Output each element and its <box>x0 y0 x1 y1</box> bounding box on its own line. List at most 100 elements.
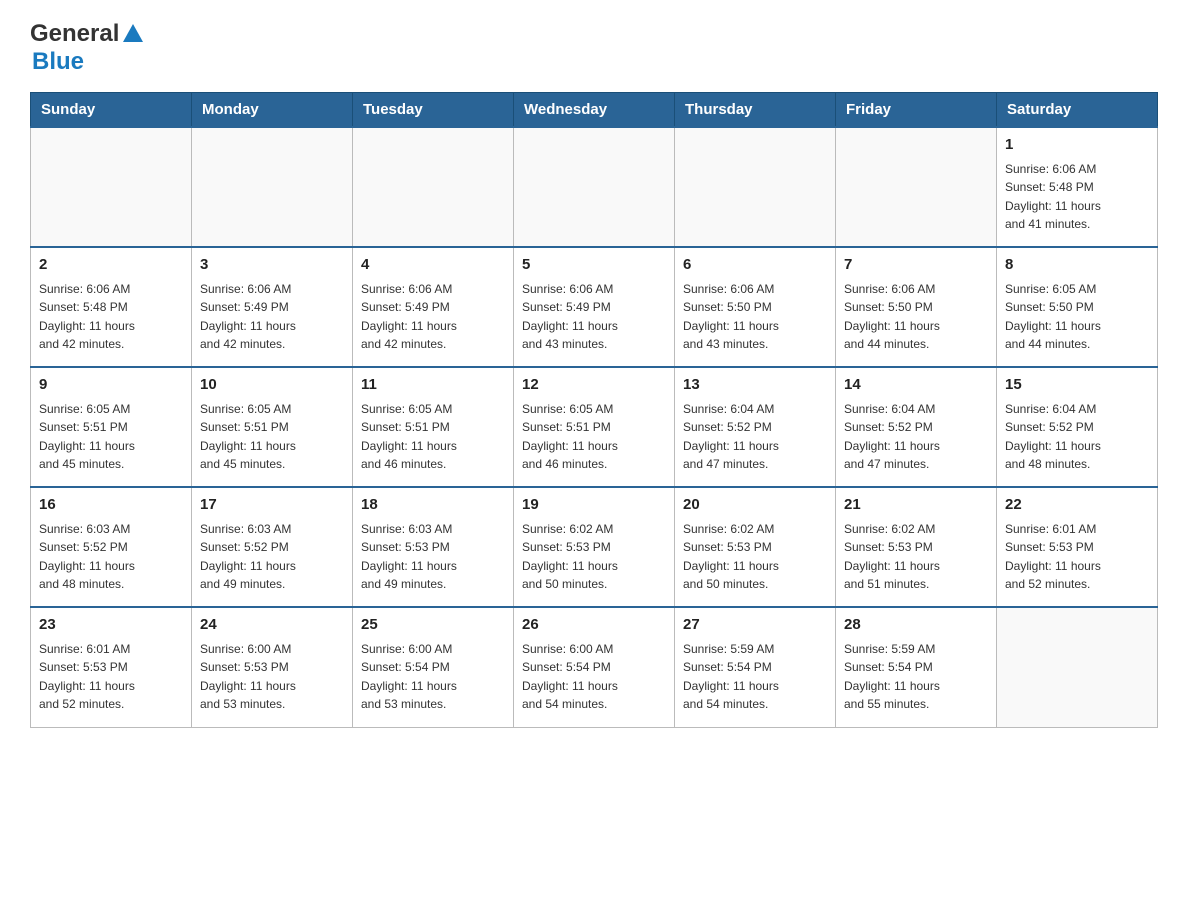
day-info: Sunrise: 6:06 AM Sunset: 5:49 PM Dayligh… <box>361 280 505 354</box>
calendar-cell: 24Sunrise: 6:00 AM Sunset: 5:53 PM Dayli… <box>192 607 353 727</box>
weekday-header-row: SundayMondayTuesdayWednesdayThursdayFrid… <box>31 93 1158 128</box>
logo: General Blue <box>30 20 145 76</box>
day-info: Sunrise: 6:03 AM Sunset: 5:53 PM Dayligh… <box>361 520 505 594</box>
calendar-table: SundayMondayTuesdayWednesdayThursdayFrid… <box>30 92 1158 728</box>
day-number: 1 <box>1005 134 1149 157</box>
day-number: 5 <box>522 254 666 277</box>
calendar-body: 1 Sunrise: 6:06 AM Sunset: 5:48 PM Daylig… <box>31 127 1158 727</box>
calendar-cell: 17 Sunrise: 6:03 AM Sunset: 5:52 PM Dayli… <box>192 487 353 607</box>
weekday-header-thursday: Thursday <box>675 93 836 128</box>
calendar-cell: 10Sunrise: 6:05 AM Sunset: 5:51 PM Dayli… <box>192 367 353 487</box>
day-number: 4 <box>361 254 505 277</box>
calendar-week-3: 9 Sunrise: 6:05 AM Sunset: 5:51 PM Daylig… <box>31 367 1158 487</box>
day-info: Sunrise: 6:02 AM Sunset: 5:53 PM Dayligh… <box>522 520 666 594</box>
calendar-cell: 28 Sunrise: 5:59 AM Sunset: 5:54 PM Dayli… <box>836 607 997 727</box>
calendar-header: SundayMondayTuesdayWednesdayThursdayFrid… <box>31 93 1158 128</box>
day-number: 7 <box>844 254 988 277</box>
day-info: Sunrise: 5:59 AM Sunset: 5:54 PM Dayligh… <box>844 640 988 714</box>
day-number: 26 <box>522 614 666 637</box>
logo-blue-word: Blue <box>32 48 84 75</box>
calendar-cell: 22 Sunrise: 6:01 AM Sunset: 5:53 PM Dayli… <box>997 487 1158 607</box>
calendar-cell <box>353 127 514 247</box>
day-info: Sunrise: 6:00 AM Sunset: 5:54 PM Dayligh… <box>361 640 505 714</box>
calendar-week-5: 23Sunrise: 6:01 AM Sunset: 5:53 PM Dayli… <box>31 607 1158 727</box>
calendar-cell: 25 Sunrise: 6:00 AM Sunset: 5:54 PM Dayli… <box>353 607 514 727</box>
day-number: 17 <box>200 494 344 517</box>
calendar-cell: 13 Sunrise: 6:04 AM Sunset: 5:52 PM Dayli… <box>675 367 836 487</box>
calendar-cell: 4 Sunrise: 6:06 AM Sunset: 5:49 PM Daylig… <box>353 247 514 367</box>
day-number: 25 <box>361 614 505 637</box>
day-info: Sunrise: 6:05 AM Sunset: 5:50 PM Dayligh… <box>1005 280 1149 354</box>
calendar-cell: 21 Sunrise: 6:02 AM Sunset: 5:53 PM Dayli… <box>836 487 997 607</box>
day-number: 8 <box>1005 254 1149 277</box>
day-number: 27 <box>683 614 827 637</box>
calendar-cell <box>192 127 353 247</box>
calendar-cell: 19Sunrise: 6:02 AM Sunset: 5:53 PM Dayli… <box>514 487 675 607</box>
day-info: Sunrise: 6:05 AM Sunset: 5:51 PM Dayligh… <box>361 400 505 474</box>
day-info: Sunrise: 6:03 AM Sunset: 5:52 PM Dayligh… <box>39 520 183 594</box>
day-info: Sunrise: 6:05 AM Sunset: 5:51 PM Dayligh… <box>522 400 666 474</box>
logo-arrow-icon <box>121 22 145 44</box>
calendar-cell: 9 Sunrise: 6:05 AM Sunset: 5:51 PM Daylig… <box>31 367 192 487</box>
weekday-header-wednesday: Wednesday <box>514 93 675 128</box>
calendar-cell <box>836 127 997 247</box>
calendar-cell: 15 Sunrise: 6:04 AM Sunset: 5:52 PM Dayli… <box>997 367 1158 487</box>
day-info: Sunrise: 6:06 AM Sunset: 5:49 PM Dayligh… <box>522 280 666 354</box>
calendar-cell <box>675 127 836 247</box>
calendar-cell: 3 Sunrise: 6:06 AM Sunset: 5:49 PM Daylig… <box>192 247 353 367</box>
calendar-cell <box>514 127 675 247</box>
day-number: 11 <box>361 374 505 397</box>
day-info: Sunrise: 6:02 AM Sunset: 5:53 PM Dayligh… <box>844 520 988 594</box>
day-info: Sunrise: 6:06 AM Sunset: 5:49 PM Dayligh… <box>200 280 344 354</box>
calendar-cell: 8 Sunrise: 6:05 AM Sunset: 5:50 PM Daylig… <box>997 247 1158 367</box>
day-number: 15 <box>1005 374 1149 397</box>
day-info: Sunrise: 6:04 AM Sunset: 5:52 PM Dayligh… <box>1005 400 1149 474</box>
calendar-cell: 2Sunrise: 6:06 AM Sunset: 5:48 PM Daylig… <box>31 247 192 367</box>
calendar-week-4: 16 Sunrise: 6:03 AM Sunset: 5:52 PM Dayli… <box>31 487 1158 607</box>
calendar-cell: 1 Sunrise: 6:06 AM Sunset: 5:48 PM Daylig… <box>997 127 1158 247</box>
weekday-header-friday: Friday <box>836 93 997 128</box>
logo-blue-line: Blue <box>32 48 84 76</box>
day-info: Sunrise: 6:02 AM Sunset: 5:53 PM Dayligh… <box>683 520 827 594</box>
day-number: 6 <box>683 254 827 277</box>
day-info: Sunrise: 6:06 AM Sunset: 5:48 PM Dayligh… <box>1005 160 1149 234</box>
calendar-cell <box>31 127 192 247</box>
day-info: Sunrise: 6:04 AM Sunset: 5:52 PM Dayligh… <box>683 400 827 474</box>
calendar-cell: 23Sunrise: 6:01 AM Sunset: 5:53 PM Dayli… <box>31 607 192 727</box>
day-number: 3 <box>200 254 344 277</box>
day-number: 13 <box>683 374 827 397</box>
day-info: Sunrise: 6:06 AM Sunset: 5:50 PM Dayligh… <box>844 280 988 354</box>
day-number: 20 <box>683 494 827 517</box>
day-number: 22 <box>1005 494 1149 517</box>
day-info: Sunrise: 6:06 AM Sunset: 5:50 PM Dayligh… <box>683 280 827 354</box>
day-number: 14 <box>844 374 988 397</box>
day-info: Sunrise: 6:05 AM Sunset: 5:51 PM Dayligh… <box>200 400 344 474</box>
calendar-week-1: 1 Sunrise: 6:06 AM Sunset: 5:48 PM Daylig… <box>31 127 1158 247</box>
day-info: Sunrise: 6:00 AM Sunset: 5:53 PM Dayligh… <box>200 640 344 714</box>
day-number: 9 <box>39 374 183 397</box>
day-number: 12 <box>522 374 666 397</box>
weekday-header-saturday: Saturday <box>997 93 1158 128</box>
calendar-cell: 11 Sunrise: 6:05 AM Sunset: 5:51 PM Dayli… <box>353 367 514 487</box>
calendar-cell: 14 Sunrise: 6:04 AM Sunset: 5:52 PM Dayli… <box>836 367 997 487</box>
calendar-cell: 18 Sunrise: 6:03 AM Sunset: 5:53 PM Dayli… <box>353 487 514 607</box>
day-info: Sunrise: 6:01 AM Sunset: 5:53 PM Dayligh… <box>39 640 183 714</box>
day-info: Sunrise: 6:03 AM Sunset: 5:52 PM Dayligh… <box>200 520 344 594</box>
calendar-cell: 16 Sunrise: 6:03 AM Sunset: 5:52 PM Dayli… <box>31 487 192 607</box>
day-info: Sunrise: 6:06 AM Sunset: 5:48 PM Dayligh… <box>39 280 183 354</box>
calendar-cell: 7 Sunrise: 6:06 AM Sunset: 5:50 PM Daylig… <box>836 247 997 367</box>
calendar-cell: 26 Sunrise: 6:00 AM Sunset: 5:54 PM Dayli… <box>514 607 675 727</box>
day-info: Sunrise: 6:05 AM Sunset: 5:51 PM Dayligh… <box>39 400 183 474</box>
calendar-cell <box>997 607 1158 727</box>
weekday-header-tuesday: Tuesday <box>353 93 514 128</box>
calendar-week-2: 2Sunrise: 6:06 AM Sunset: 5:48 PM Daylig… <box>31 247 1158 367</box>
day-number: 21 <box>844 494 988 517</box>
day-number: 18 <box>361 494 505 517</box>
calendar-cell: 20 Sunrise: 6:02 AM Sunset: 5:53 PM Dayli… <box>675 487 836 607</box>
day-info: Sunrise: 6:04 AM Sunset: 5:52 PM Dayligh… <box>844 400 988 474</box>
day-info: Sunrise: 6:00 AM Sunset: 5:54 PM Dayligh… <box>522 640 666 714</box>
page-header: General Blue <box>30 20 1158 76</box>
day-number: 28 <box>844 614 988 637</box>
day-number: 16 <box>39 494 183 517</box>
day-info: Sunrise: 6:01 AM Sunset: 5:53 PM Dayligh… <box>1005 520 1149 594</box>
